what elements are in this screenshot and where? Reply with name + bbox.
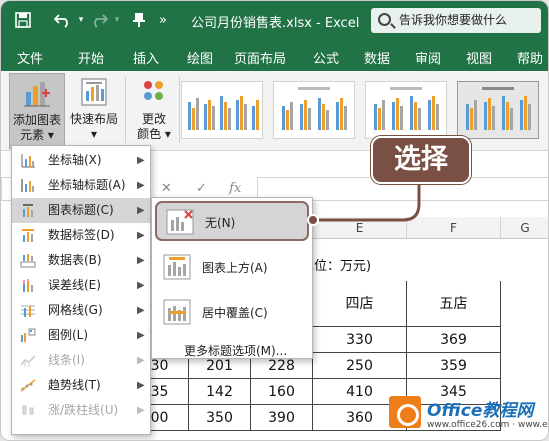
office-logo-icon (389, 396, 421, 428)
watermark-url: www.office26.com · www.excelcwt.com (427, 420, 548, 430)
excel-window: ▾ ▾ » 公司月份销售表.xlsx - Excel 告诉我你想要做什么 文件 … (0, 0, 549, 441)
callout-connector (319, 184, 421, 222)
watermark: Office教程网 www.office26.com · www.excelcw… (389, 393, 548, 437)
watermark-brand: Office教程网 (427, 401, 534, 421)
select-callout: 选择 (371, 136, 471, 184)
callout-anchor-dot (307, 214, 319, 226)
